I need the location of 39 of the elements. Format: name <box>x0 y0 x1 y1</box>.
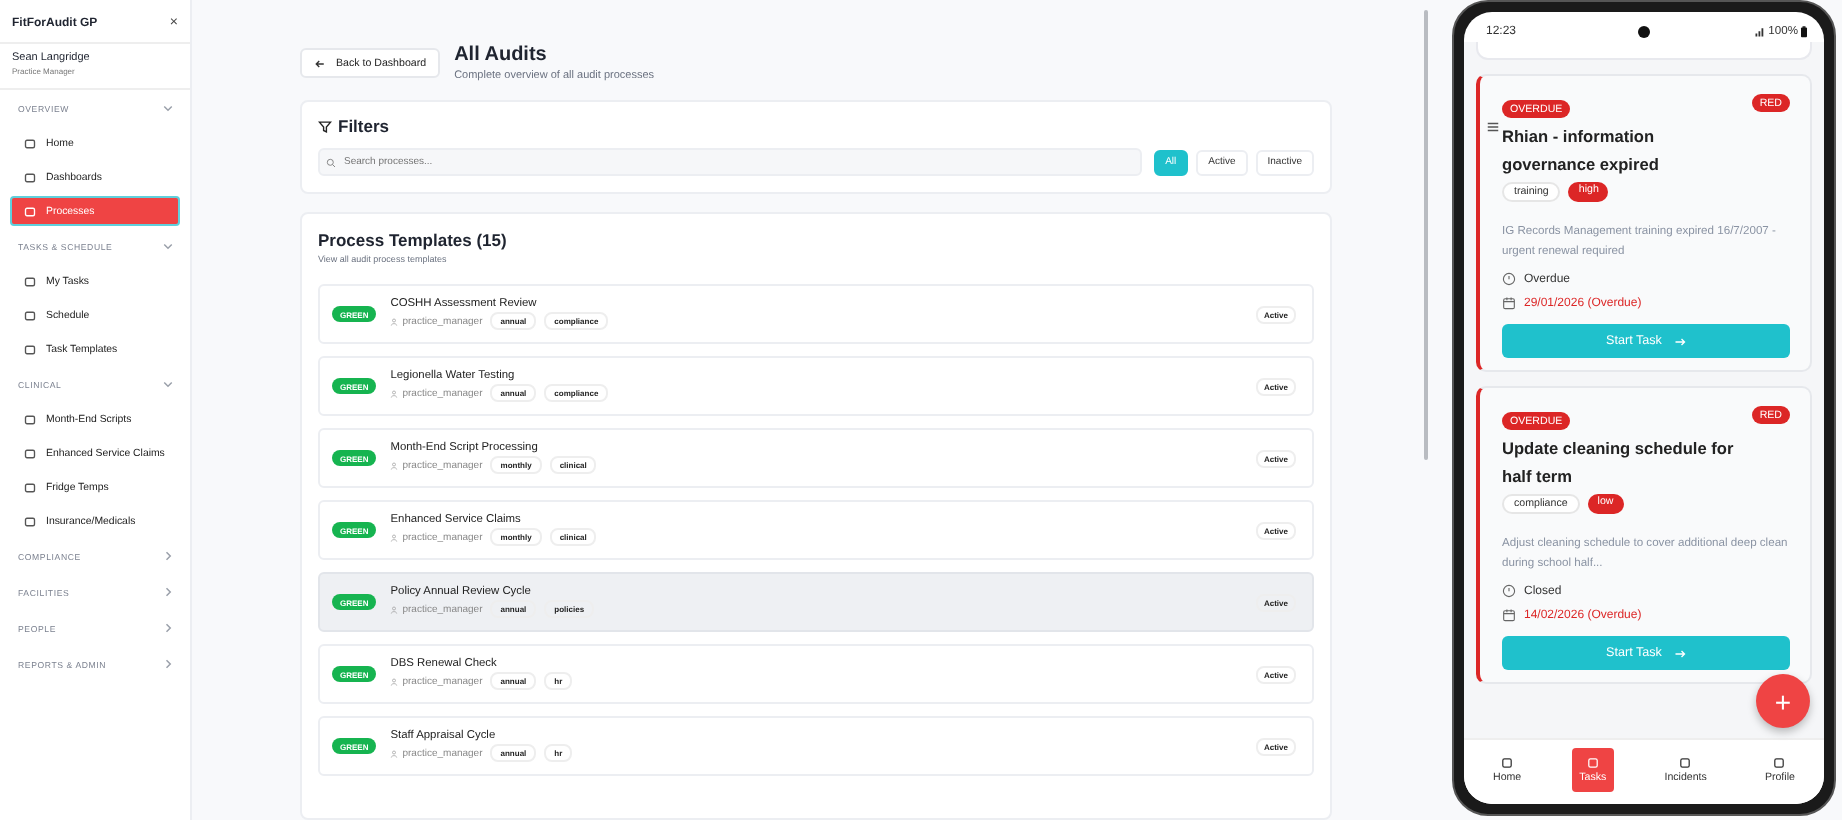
arrow-right-icon <box>1673 335 1686 347</box>
square-icon <box>24 413 36 425</box>
task-title: Rhian - information governance expired <box>1502 124 1661 178</box>
person-icon <box>390 533 399 542</box>
person-icon <box>390 749 399 758</box>
clock-icon <box>1502 584 1516 598</box>
square-icon <box>24 137 36 149</box>
square-icon <box>24 515 36 527</box>
arrow-right-icon <box>1673 647 1686 659</box>
clock-icon <box>1502 272 1516 286</box>
tab-icon <box>1500 756 1515 770</box>
tab-icon <box>1772 756 1787 770</box>
search-icon <box>326 157 336 167</box>
person-icon <box>390 389 399 398</box>
page-title: All Audits <box>454 44 549 66</box>
square-icon <box>24 205 36 217</box>
person-icon <box>390 677 399 686</box>
person-icon <box>390 605 399 614</box>
square-icon <box>24 309 36 321</box>
arrow-left-icon <box>314 57 326 69</box>
square-icon <box>24 275 36 287</box>
square-icon <box>24 447 36 459</box>
square-icon <box>24 171 36 183</box>
filters-title: Filters <box>338 116 390 136</box>
menu-icon[interactable] <box>1486 120 1500 134</box>
calendar-icon <box>1502 296 1516 310</box>
square-icon <box>24 343 36 355</box>
filter-icon <box>318 119 332 133</box>
person-icon <box>390 317 399 326</box>
tab-icon <box>1585 756 1600 770</box>
task-title: Update cleaning schedule for half term <box>1502 436 1736 490</box>
person-icon <box>390 461 399 470</box>
square-icon <box>24 481 36 493</box>
templates-title: Process Templates (15) <box>318 230 509 250</box>
camera-dot <box>1638 26 1650 38</box>
signal-icon <box>1754 26 1767 38</box>
tab-icon <box>1678 756 1693 770</box>
battery-icon <box>1800 26 1808 38</box>
calendar-icon <box>1502 608 1516 622</box>
